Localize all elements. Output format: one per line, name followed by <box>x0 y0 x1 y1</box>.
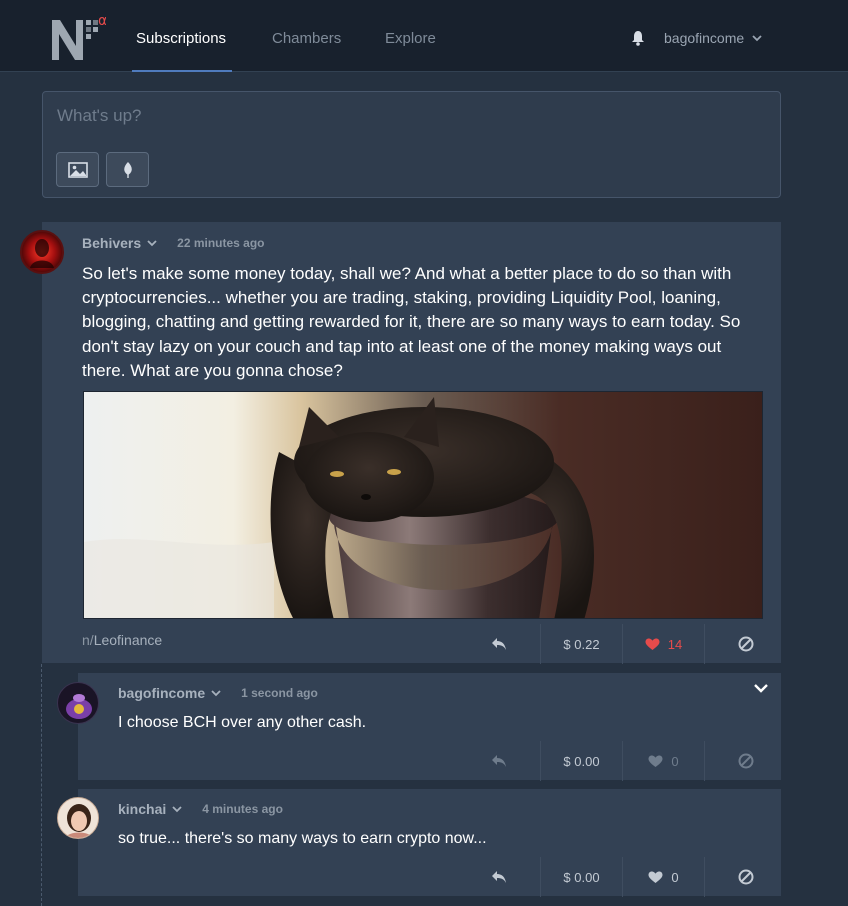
heart-icon <box>648 871 663 883</box>
active-tab-indicator <box>132 70 232 72</box>
comment-actions: $ 0.00 0 <box>458 857 786 897</box>
post-actions: $ 0.22 14 <box>458 624 786 664</box>
add-image-button[interactable] <box>56 152 99 187</box>
community-name: Leofinance <box>93 632 163 648</box>
heart-icon <box>645 638 660 650</box>
tab-chambers[interactable]: Chambers <box>272 30 341 47</box>
payout-value[interactable]: $ 0.00 <box>540 741 622 781</box>
thread-line <box>41 664 42 906</box>
reply-button[interactable] <box>458 857 540 897</box>
bell-icon[interactable] <box>631 30 645 46</box>
payout-amount: $ 0.00 <box>563 753 600 769</box>
like-count: 14 <box>667 636 683 652</box>
like-button[interactable]: 0 <box>622 741 704 781</box>
comment-body: I choose BCH over any other cash. <box>118 714 367 731</box>
comment-header: kinchai 4 minutes ago <box>118 801 283 817</box>
comment-author[interactable]: bagofincome <box>118 685 205 701</box>
post-header: Behivers 22 minutes ago <box>82 235 265 251</box>
top-navbar: α Subscriptions Chambers Explore bagofin… <box>0 0 848 72</box>
chevron-down-icon[interactable] <box>211 688 221 698</box>
avatar[interactable] <box>20 230 64 274</box>
chevron-down-icon <box>752 35 762 42</box>
add-leaf-button[interactable] <box>106 152 149 187</box>
block-icon <box>738 869 753 885</box>
heart-icon <box>648 755 663 767</box>
payout-amount: $ 0.22 <box>563 636 600 652</box>
avatar[interactable] <box>57 797 99 839</box>
avatar-person-icon <box>58 798 98 838</box>
comment-time: 1 second ago <box>241 686 318 700</box>
avatar-figure-icon <box>30 239 54 268</box>
block-icon <box>738 753 753 769</box>
comment-body: so true... there's so many ways to earn … <box>118 830 487 847</box>
user-menu[interactable]: bagofincome <box>664 30 762 46</box>
post-time: 22 minutes ago <box>177 236 265 250</box>
community-link[interactable]: n/Leofinance <box>82 632 162 648</box>
composer-input[interactable] <box>57 106 757 126</box>
comment-actions: $ 0.00 0 <box>458 741 786 781</box>
comment-author[interactable]: kinchai <box>118 801 166 817</box>
post-image[interactable] <box>83 391 763 619</box>
payout-value[interactable]: $ 0.22 <box>540 624 622 664</box>
leaf-icon <box>123 161 132 178</box>
comment-header: bagofincome 1 second ago <box>118 685 318 701</box>
mute-button[interactable] <box>704 741 786 781</box>
post-composer <box>42 91 781 198</box>
block-icon <box>738 636 753 652</box>
app-logo[interactable]: α <box>50 12 106 64</box>
like-count: 0 <box>671 753 679 769</box>
reply-button[interactable] <box>458 624 540 664</box>
avatar[interactable] <box>57 682 99 724</box>
post-body: So let's make some money today, shall we… <box>82 264 741 380</box>
username: bagofincome <box>664 30 745 46</box>
reply-icon <box>492 755 506 767</box>
community-prefix: n/ <box>82 632 94 648</box>
tab-subscriptions[interactable]: Subscriptions <box>136 30 226 47</box>
like-button[interactable]: 14 <box>622 624 704 664</box>
tab-explore[interactable]: Explore <box>385 30 436 47</box>
mute-button[interactable] <box>704 624 786 664</box>
image-icon <box>67 161 88 178</box>
mute-button[interactable] <box>704 857 786 897</box>
post-author[interactable]: Behivers <box>82 235 141 251</box>
payout-value[interactable]: $ 0.00 <box>540 857 622 897</box>
collapse-chevron-icon[interactable] <box>754 682 768 694</box>
comment-time: 4 minutes ago <box>202 802 283 816</box>
avatar-bag-icon <box>66 694 92 719</box>
like-button[interactable]: 0 <box>622 857 704 897</box>
logo-badge: α <box>98 13 106 29</box>
reply-icon <box>492 871 506 883</box>
chevron-down-icon[interactable] <box>147 238 157 248</box>
reply-button[interactable] <box>458 741 540 781</box>
reply-icon <box>492 638 506 650</box>
like-count: 0 <box>671 869 679 885</box>
payout-amount: $ 0.00 <box>563 869 600 885</box>
chevron-down-icon[interactable] <box>172 804 182 814</box>
